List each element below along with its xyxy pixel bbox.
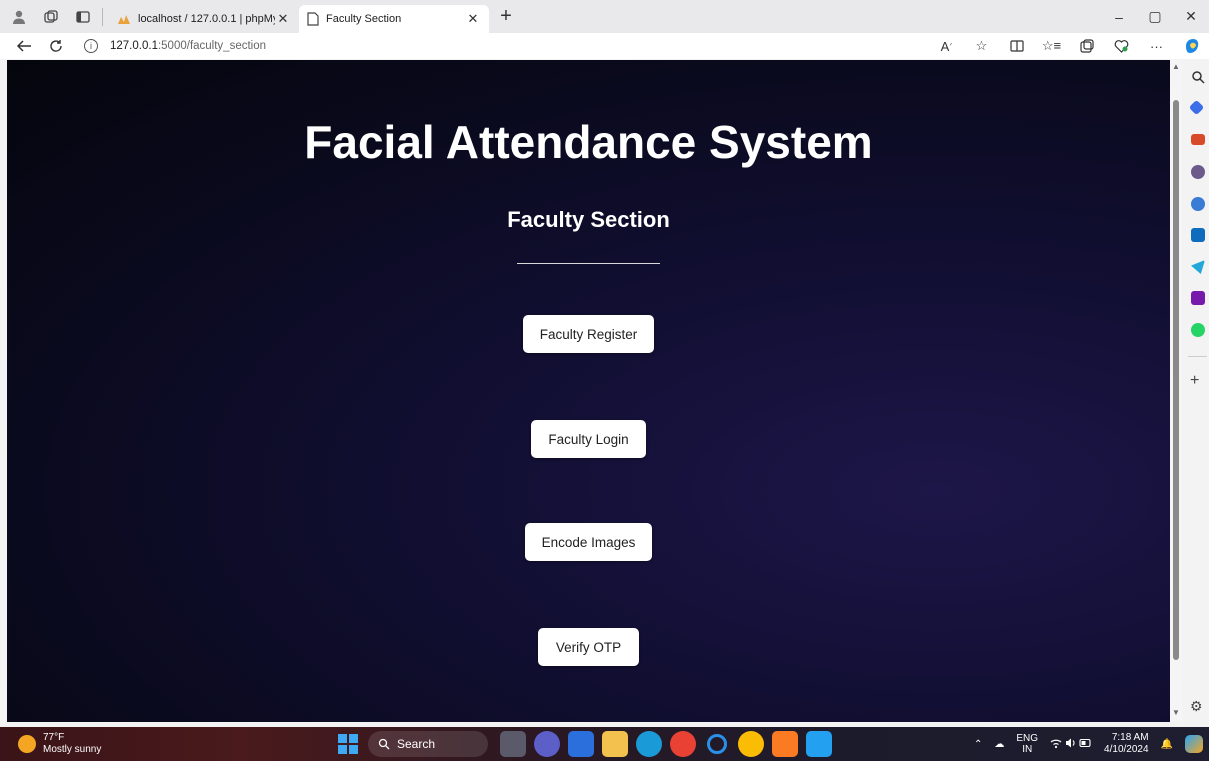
clock-time: 7:18 AM: [1111, 732, 1149, 743]
xampp-icon[interactable]: [772, 731, 798, 757]
tab-faculty-section[interactable]: Faculty Section ✕: [299, 4, 489, 33]
tab-title: localhost / 127.0.0.1 | phpMyAdmin: [138, 12, 275, 25]
search-icon[interactable]: [1191, 70, 1205, 84]
collections-icon[interactable]: [1069, 33, 1104, 59]
tab-separator: [102, 7, 103, 26]
refresh-icon: [50, 40, 62, 52]
taskbar-apps: Search: [338, 731, 836, 757]
tab-strip: localhost / 127.0.0.1 | phpMyAdmin ✕ Fac…: [0, 0, 1209, 33]
search-icon: [378, 738, 390, 750]
address-toolbar: i 127.0.0.1:5000/faculty_section Aᐟ ☆ ☆≡…: [0, 33, 1209, 59]
faculty-register-button[interactable]: Faculty Register: [523, 315, 654, 353]
system-tray: ⌃ ☁ ENG IN 7:18 AM 4/10/2024 🔔: [968, 727, 1209, 761]
window-controls: – ▢ ✕: [1101, 0, 1209, 33]
tab-actions-icon[interactable]: [70, 4, 96, 30]
favorites-list-icon[interactable]: ☆≡: [1034, 33, 1069, 59]
copilot-icon[interactable]: [1174, 33, 1209, 59]
back-button[interactable]: [8, 33, 40, 59]
verify-otp-button[interactable]: Verify OTP: [538, 628, 639, 666]
chrome-profile-icon[interactable]: [738, 731, 764, 757]
divider: [517, 263, 660, 264]
scroll-thumb[interactable]: [1173, 100, 1179, 660]
faculty-login-button[interactable]: Faculty Login: [531, 420, 646, 458]
minimize-button[interactable]: –: [1101, 0, 1137, 33]
games-icon[interactable]: [1191, 165, 1205, 179]
more-menu-icon[interactable]: ···: [1139, 33, 1174, 59]
clock[interactable]: 7:18 AM 4/10/2024: [1104, 732, 1149, 756]
workspaces-icon[interactable]: [38, 4, 64, 30]
show-hidden-icons-chevron-icon[interactable]: ⌃: [974, 739, 982, 750]
section-title: Faculty Section: [507, 207, 670, 232]
store-icon[interactable]: [568, 731, 594, 757]
cortana-icon[interactable]: [707, 734, 727, 754]
windows-taskbar: 77°F Mostly sunny Search ⌃ ☁ ENG IN 7:18: [0, 727, 1209, 761]
tab-title: Faculty Section: [326, 12, 402, 25]
favorite-star-icon[interactable]: ☆: [964, 33, 999, 59]
vscode-icon[interactable]: [806, 731, 832, 757]
weather-sun-icon: [18, 735, 36, 753]
sidebar-divider: [1188, 356, 1207, 357]
notification-bell-icon[interactable]: 🔔: [1161, 739, 1173, 750]
page-title: Facial Attendance System: [304, 116, 873, 168]
office-icon[interactable]: [1191, 197, 1205, 211]
close-button[interactable]: ✕: [1173, 0, 1209, 33]
tab-close-icon[interactable]: ✕: [275, 11, 291, 27]
page-icon: [307, 11, 319, 26]
tab-phpmyadmin[interactable]: localhost / 127.0.0.1 | phpMyAdmin ✕: [109, 5, 299, 33]
onedrive-cloud-icon[interactable]: ☁: [994, 739, 1004, 750]
task-view-icon[interactable]: [500, 731, 526, 757]
teams-meet-icon[interactable]: [534, 731, 560, 757]
browser-essentials-icon[interactable]: [1104, 33, 1139, 59]
address-bar[interactable]: i 127.0.0.1:5000/faculty_section: [84, 35, 844, 57]
phpmyadmin-icon: [118, 14, 130, 24]
weather-temp: 77°F: [43, 732, 65, 743]
wifi-volume-battery-icon[interactable]: [1050, 737, 1092, 752]
vertical-scrollbar[interactable]: ▲ ▼: [1170, 60, 1182, 722]
url-host: 127.0.0.1: [110, 40, 158, 52]
scroll-up-icon[interactable]: ▲: [1171, 62, 1181, 74]
language-indicator[interactable]: ENG IN: [1016, 733, 1038, 755]
profile-icon[interactable]: [6, 4, 32, 30]
tools-icon[interactable]: [1191, 134, 1205, 145]
page-viewport: Facial Attendance System Faculty Section…: [7, 60, 1170, 722]
telegram-icon[interactable]: [1191, 260, 1205, 274]
edge-icon[interactable]: [636, 731, 662, 757]
language-code: ENG: [1016, 733, 1039, 744]
read-aloud-icon[interactable]: Aᐟ: [929, 33, 964, 59]
url-path: :5000/faculty_section: [157, 40, 267, 52]
refresh-button[interactable]: [40, 33, 72, 59]
outlook-icon[interactable]: [1191, 228, 1205, 242]
new-tab-button[interactable]: +: [493, 4, 519, 30]
start-button[interactable]: [338, 734, 358, 754]
shopping-tag-icon[interactable]: [1188, 99, 1205, 116]
toolbar-icons: Aᐟ ☆ ☆≡ ···: [929, 33, 1209, 59]
back-arrow-icon: [16, 40, 31, 52]
taskbar-search[interactable]: Search: [368, 731, 488, 757]
copilot-taskbar-icon[interactable]: [1185, 735, 1203, 753]
site-info-icon[interactable]: i: [84, 39, 98, 53]
scroll-down-icon[interactable]: ▼: [1171, 708, 1181, 720]
chrome-icon[interactable]: [670, 731, 696, 757]
search-label: Search: [397, 737, 436, 751]
clock-date: 4/10/2024: [1104, 744, 1149, 755]
whatsapp-icon[interactable]: [1191, 323, 1205, 337]
file-explorer-icon[interactable]: [602, 731, 628, 757]
settings-gear-icon[interactable]: ⚙: [1190, 698, 1203, 715]
weather-widget[interactable]: 77°F Mostly sunny: [18, 732, 101, 756]
weather-condition: Mostly sunny: [43, 744, 102, 755]
restore-button[interactable]: ▢: [1137, 0, 1173, 33]
edge-sidebar: + ⚙: [1186, 60, 1209, 722]
language-region: IN: [1022, 744, 1033, 755]
encode-images-button[interactable]: Encode Images: [525, 523, 652, 561]
split-screen-icon[interactable]: [999, 33, 1034, 59]
tab-close-icon[interactable]: ✕: [465, 11, 481, 27]
onenote-icon[interactable]: [1191, 291, 1205, 305]
add-sidebar-app-icon[interactable]: +: [1190, 372, 1199, 390]
